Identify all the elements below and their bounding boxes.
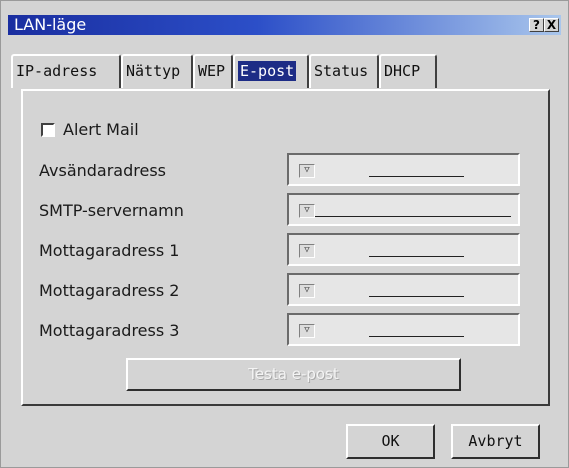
recipient-2-field[interactable]: ▽ bbox=[287, 273, 520, 306]
dropdown-arrow-icon[interactable]: ▽ bbox=[299, 204, 315, 218]
help-icon[interactable]: ? bbox=[529, 18, 544, 32]
close-icon[interactable]: X bbox=[544, 18, 559, 32]
alert-mail-checkbox[interactable] bbox=[41, 123, 55, 137]
smtp-server-field[interactable]: ▽ bbox=[287, 193, 520, 226]
sender-address-value bbox=[369, 176, 464, 177]
dropdown-arrow-icon[interactable]: ▽ bbox=[299, 324, 315, 338]
recipient-3-value bbox=[369, 336, 464, 337]
tab-dhcp[interactable]: DHCP bbox=[379, 54, 437, 88]
tab-email[interactable]: E-post bbox=[233, 54, 309, 88]
recipient-1-label: Mottagaradress 1 bbox=[39, 241, 180, 260]
sender-address-field[interactable]: ▽ bbox=[287, 153, 520, 186]
ok-button[interactable]: OK bbox=[346, 424, 435, 459]
recipient-3-label: Mottagaradress 3 bbox=[39, 321, 180, 340]
email-settings-panel: Alert Mail Avsändaradress ▽ SMTP-servern… bbox=[21, 89, 550, 406]
sender-address-label: Avsändaradress bbox=[39, 161, 166, 180]
tab-status[interactable]: Status bbox=[309, 54, 379, 88]
lan-mode-dialog: LAN-läge ? X IP-adress Nättyp WEP E-post… bbox=[0, 0, 569, 468]
smtp-server-value bbox=[315, 216, 511, 217]
window-title: LAN-läge bbox=[14, 15, 87, 34]
tab-status-label: Status bbox=[314, 62, 369, 80]
tab-network-type[interactable]: Nättyp bbox=[121, 54, 193, 88]
cancel-button[interactable]: Avbryt bbox=[451, 424, 540, 459]
tab-network-type-label: Nättyp bbox=[126, 62, 181, 80]
tab-email-label: E-post bbox=[238, 61, 297, 81]
tab-wep[interactable]: WEP bbox=[193, 54, 233, 88]
recipient-2-label: Mottagaradress 2 bbox=[39, 281, 180, 300]
recipient-1-value bbox=[369, 256, 464, 257]
recipient-2-value bbox=[369, 296, 464, 297]
tab-ip-address-label: IP-adress bbox=[16, 62, 98, 80]
smtp-server-label: SMTP-servernamn bbox=[39, 201, 184, 220]
title-bar[interactable]: LAN-läge ? X bbox=[8, 15, 561, 35]
recipient-1-field[interactable]: ▽ bbox=[287, 233, 520, 266]
test-email-button[interactable]: Testa e-post bbox=[126, 358, 461, 391]
tab-ip-address[interactable]: IP-adress bbox=[11, 54, 121, 88]
tab-dhcp-label: DHCP bbox=[384, 62, 421, 80]
dropdown-arrow-icon[interactable]: ▽ bbox=[299, 244, 315, 258]
recipient-3-field[interactable]: ▽ bbox=[287, 313, 520, 346]
dropdown-arrow-icon[interactable]: ▽ bbox=[299, 164, 315, 178]
dropdown-arrow-icon[interactable]: ▽ bbox=[299, 284, 315, 298]
alert-mail-label: Alert Mail bbox=[63, 120, 139, 139]
tab-strip: IP-adress Nättyp WEP E-post Status DHCP bbox=[11, 54, 551, 88]
tab-wep-label: WEP bbox=[198, 62, 226, 80]
